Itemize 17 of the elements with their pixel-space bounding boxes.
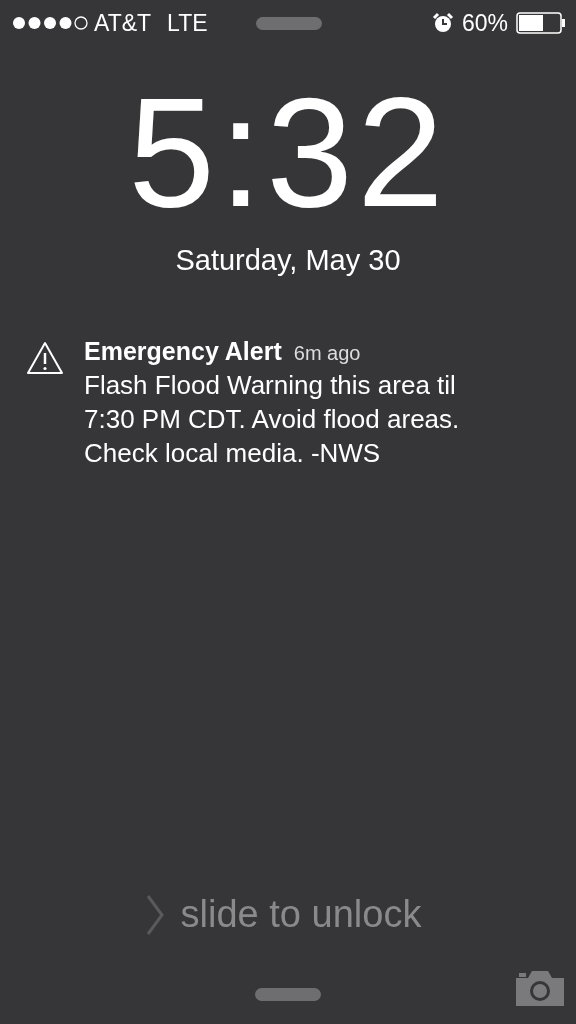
clock-time: 5:32 [128, 74, 448, 230]
grabber-handle[interactable] [255, 987, 321, 1001]
network-type: LTE [167, 9, 208, 37]
chevron-right-icon [144, 893, 165, 936]
alert-title: Emergency Alert [84, 337, 282, 366]
alert-message: Flash Flood Warning this area til 7:30 PM CDT. Avoid flood areas. Check local media. -NWS [84, 369, 461, 470]
carrier-name: AT&T [94, 9, 152, 37]
battery-icon [516, 12, 566, 34]
date-label: Saturday, May 30 [175, 244, 401, 277]
alert-time: 6m ago [293, 342, 361, 365]
camera-icon[interactable] [514, 968, 566, 1008]
grabber-handle[interactable] [256, 16, 322, 30]
alarm-clock-icon [431, 12, 454, 34]
slide-to-unlock-label[interactable]: slide to unlock [180, 893, 422, 936]
warning-icon [26, 341, 64, 375]
battery-percent: 60% [461, 9, 508, 37]
signal-icon [12, 16, 88, 30]
